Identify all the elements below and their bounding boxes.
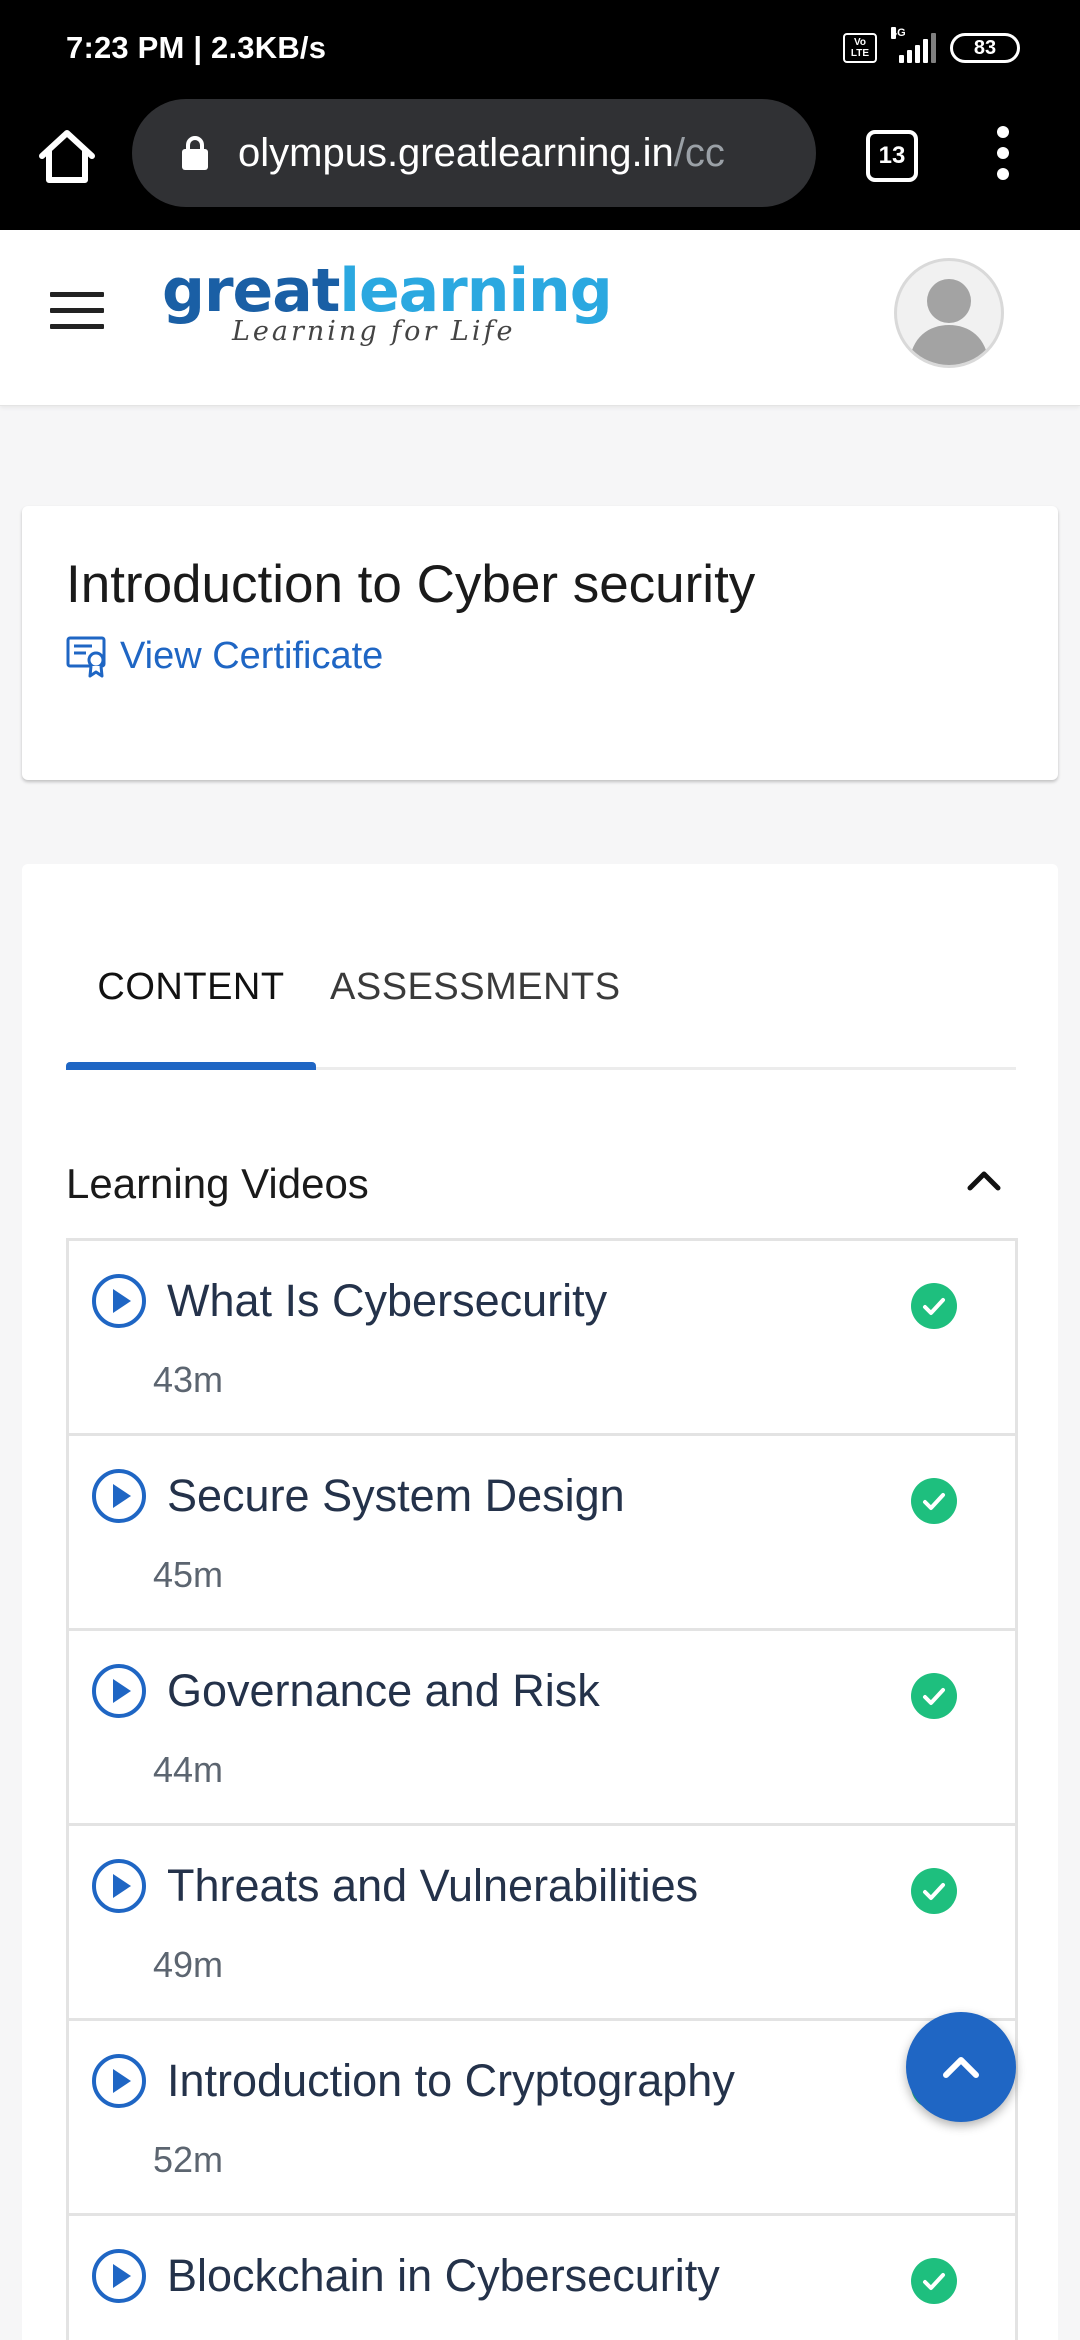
play-circle-icon[interactable] <box>91 2248 147 2304</box>
check-circle-icon <box>911 1868 957 1914</box>
tab-assessments[interactable]: ASSESSMENTS <box>330 946 620 1070</box>
video-duration: 43m <box>153 1359 224 1400</box>
site-header: greatlearning Learning for Life <box>0 230 1080 406</box>
video-list-item[interactable]: Secure System Design 45m <box>69 1436 1015 1631</box>
play-circle-icon[interactable] <box>91 2053 147 2109</box>
view-certificate-label: View Certificate <box>120 634 384 677</box>
more-options-icon[interactable] <box>995 126 1011 188</box>
avatar[interactable] <box>894 258 1004 368</box>
battery-icon: 83 <box>950 33 1020 63</box>
site-logo[interactable]: greatlearning Learning for Life <box>162 256 613 347</box>
video-duration: 49m <box>153 1944 224 1985</box>
url-path: /cc <box>673 130 725 175</box>
address-bar[interactable]: olympus.greatlearning.in/cc <box>132 99 816 207</box>
chevron-up-icon <box>943 2057 979 2078</box>
video-list-item[interactable]: Threats and Vulnerabilities 49m <box>69 1826 1015 2021</box>
logo-wordmark: greatlearning <box>162 256 613 326</box>
status-time: 7:23 PM | 2.3KB/s <box>66 30 327 65</box>
play-circle-icon[interactable] <box>91 1273 147 1329</box>
check-circle-icon <box>911 2258 957 2304</box>
browser-toolbar: olympus.greatlearning.in/cc 13 <box>0 96 1080 230</box>
check-circle-icon <box>911 1478 957 1524</box>
signal-icon: 4G <box>891 27 936 63</box>
tab-content[interactable]: CONTENT <box>66 946 316 1070</box>
course-card: Introduction to Cyber security View Cert… <box>22 506 1058 780</box>
certificate-icon <box>66 636 106 678</box>
video-list: What Is Cybersecurity 43m Secure System De… <box>66 1238 1018 2340</box>
hamburger-icon[interactable] <box>50 292 104 332</box>
learning-videos-header[interactable]: Learning Videos <box>66 1154 1016 1214</box>
course-title: Introduction to Cyber security <box>66 555 756 614</box>
status-icons: Vo LTE 4G 83 <box>843 27 1020 63</box>
content-card: CONTENT ASSESSMENTS Learning Videos What… <box>22 864 1058 2340</box>
section-title: Learning Videos <box>66 1160 369 1207</box>
volte-icon: Vo LTE <box>843 33 877 63</box>
video-duration: 44m <box>153 1749 224 1790</box>
check-circle-icon <box>911 1673 957 1719</box>
video-list-item[interactable]: Governance and Risk 44m <box>69 1631 1015 1826</box>
url-text: olympus.greatlearning.in/cc <box>238 131 783 176</box>
active-tab-indicator <box>66 1062 316 1070</box>
play-circle-icon[interactable] <box>91 1468 147 1524</box>
chevron-up-icon[interactable] <box>966 1168 1002 1192</box>
video-title: Threats and Vulnerabilities <box>167 1860 699 1911</box>
video-title: Introduction to Cryptography <box>167 2055 735 2106</box>
video-title: Blockchain in Cybersecurity <box>167 2250 720 2301</box>
home-icon[interactable] <box>36 126 98 188</box>
user-avatar-icon <box>909 279 989 365</box>
view-certificate-link[interactable]: View Certificate <box>66 634 383 678</box>
tab-switcher-button[interactable]: 13 <box>866 130 918 182</box>
video-list-item[interactable]: What Is Cybersecurity 43m <box>69 1241 1015 1436</box>
video-list-item[interactable]: Introduction to Cryptography 52m <box>69 2021 1015 2216</box>
tab-bar: CONTENT ASSESSMENTS <box>66 946 1016 1070</box>
check-circle-icon <box>911 1283 957 1329</box>
play-circle-icon[interactable] <box>91 1663 147 1719</box>
video-title: Governance and Risk <box>167 1665 600 1716</box>
video-title: What Is Cybersecurity <box>167 1275 608 1326</box>
video-duration: 45m <box>153 1554 224 1595</box>
scroll-to-top-button[interactable] <box>906 2012 1016 2122</box>
lock-icon <box>182 136 208 170</box>
url-domain: olympus.greatlearning.in <box>238 130 674 175</box>
video-title: Secure System Design <box>167 1470 625 1521</box>
play-circle-icon[interactable] <box>91 1858 147 1914</box>
network-type-label: 4G <box>891 27 906 39</box>
video-list-item[interactable]: Blockchain in Cybersecurity <box>69 2216 1015 2340</box>
video-duration: 52m <box>153 2139 224 2180</box>
status-bar: 7:23 PM | 2.3KB/s Vo LTE 4G 83 <box>0 0 1080 96</box>
